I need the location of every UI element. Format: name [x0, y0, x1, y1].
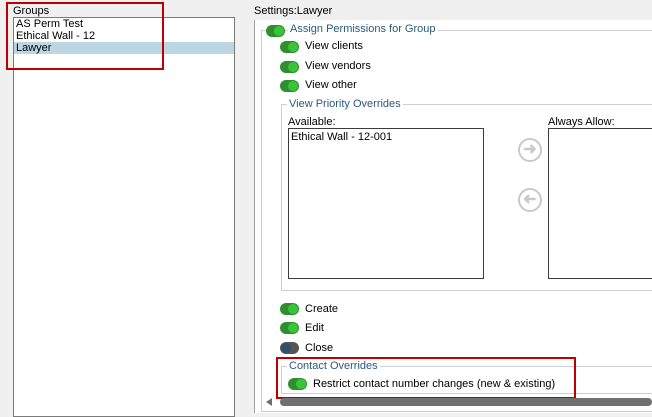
restrict-contact-toggle[interactable] — [288, 378, 307, 390]
edit-toggle[interactable] — [280, 322, 299, 334]
group-item-as-perm-test[interactable]: AS Perm Test — [14, 18, 234, 30]
view-clients-label: View clients — [305, 40, 363, 52]
assign-permissions-legend: Assign Permissions for Group — [288, 23, 438, 35]
create-label: Create — [305, 303, 339, 315]
groups-list[interactable]: AS Perm Test Ethical Wall - 12 Lawyer — [13, 17, 235, 417]
restrict-contact-label: Restrict contact number changes (new & e… — [313, 378, 556, 390]
close-toggle[interactable] — [280, 342, 299, 354]
available-item[interactable]: Ethical Wall - 12-001 — [289, 129, 483, 143]
view-vendors-label: View vendors — [305, 60, 371, 72]
create-toggle[interactable] — [280, 303, 299, 315]
assign-permissions-toggle[interactable] — [266, 25, 285, 37]
view-other-label: View other — [305, 79, 357, 91]
arrow-left-icon[interactable]: ➜ — [518, 188, 542, 212]
edit-label: Edit — [305, 322, 324, 334]
view-other-toggle[interactable] — [280, 80, 299, 92]
view-vendors-toggle[interactable] — [280, 61, 299, 73]
group-item-ethical-wall-12[interactable]: Ethical Wall - 12 — [14, 30, 234, 42]
settings-panel: Assign Permissions for Group View client… — [254, 20, 652, 413]
close-label: Close — [305, 342, 334, 354]
settings-title: Settings:Lawyer — [254, 5, 333, 17]
available-listbox[interactable]: Ethical Wall - 12-001 — [288, 128, 484, 279]
contact-overrides-legend: Contact Overrides — [287, 360, 380, 372]
always-allow-label: Always Allow: — [548, 116, 615, 128]
arrow-right-icon[interactable]: ➜ — [518, 138, 542, 162]
scroll-left-arrow-icon[interactable] — [266, 398, 272, 406]
groups-title: Groups — [13, 5, 50, 17]
group-item-lawyer[interactable]: Lawyer — [14, 42, 234, 54]
horizontal-scrollbar[interactable] — [266, 397, 652, 407]
scrollbar-thumb[interactable] — [280, 398, 652, 406]
view-clients-toggle[interactable] — [280, 41, 299, 53]
available-label: Available: — [288, 116, 336, 128]
always-allow-listbox[interactable] — [548, 128, 652, 279]
priority-overrides-legend: View Priority Overrides — [287, 98, 403, 110]
